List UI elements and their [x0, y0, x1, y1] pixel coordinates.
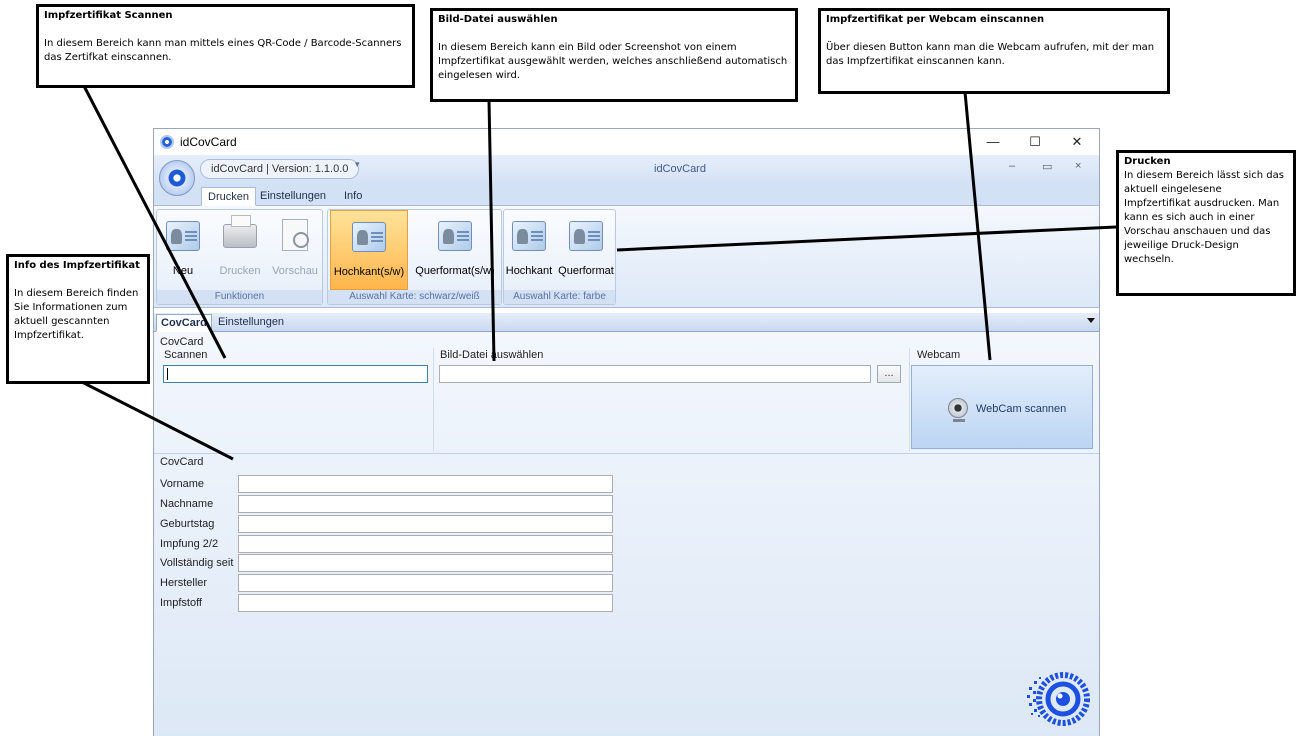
info-group-title: CovCard — [160, 456, 204, 468]
ribbon-tab-info[interactable]: Info — [338, 187, 368, 206]
document-tabs: CovCard Einstellungen — [154, 313, 1099, 332]
browse-button[interactable]: ... — [877, 365, 901, 383]
scan-group-title: CovCard — [160, 336, 204, 348]
callout-text: In diesem Bereich lässt sich das aktuell… — [1124, 170, 1284, 265]
tabs-dropdown-icon[interactable] — [1087, 318, 1095, 323]
vorname-field[interactable] — [238, 475, 613, 493]
inner-restore-button[interactable]: ▭ — [1042, 160, 1052, 173]
ribbon-panel: Neu Drucken Vorschau Funktionen Hochkant… — [154, 206, 1099, 308]
card-icon — [569, 221, 603, 251]
neu-button[interactable]: Neu — [157, 210, 209, 290]
app-window: idCovCard — ☐ ✕ idCovCard | Version: 1.1… — [153, 128, 1100, 736]
hochkant-sw-button[interactable]: Hochkant(s/w) — [330, 210, 408, 290]
webcam-icon — [948, 398, 968, 422]
callout-title: Impfzertifikat per Webcam einscannen — [826, 14, 1045, 25]
callout-text: In diesem Bereich finden Sie Information… — [14, 288, 139, 341]
callout-text: Über diesen Button kann man die Webcam a… — [826, 42, 1155, 67]
window-titlebar: idCovCard — ☐ ✕ — [154, 129, 1099, 155]
querformat-sw-label: Querformat(s/w) — [415, 265, 495, 277]
hochkant-button[interactable]: Hochkant — [504, 210, 554, 290]
doc-tab-covcard[interactable]: CovCard — [156, 314, 212, 332]
field-label-geburtstag: Geburtstag — [160, 518, 215, 530]
inner-close-button[interactable]: × — [1075, 160, 1081, 172]
impfung-field[interactable] — [238, 535, 613, 553]
card-icon — [352, 222, 386, 252]
card-icon — [438, 221, 472, 251]
ribbon-group-farbe: Hochkant Querformat Auswahl Karte: farbe — [503, 209, 616, 305]
application-orb-icon[interactable] — [159, 160, 195, 196]
webcam-label: Webcam — [917, 349, 961, 361]
field-label-impfung: Impfung 2/2 — [160, 538, 219, 550]
ribbon-tab-drucken[interactable]: Drucken — [201, 187, 256, 206]
scan-section: Scannen — [154, 348, 434, 451]
file-path-input[interactable] — [439, 365, 871, 383]
ribbon-group-schwarz-weiss: Hochkant(s/w) Querformat(s/w) Auswahl Ka… — [327, 209, 502, 305]
impfstoff-field[interactable] — [238, 594, 613, 612]
hersteller-field[interactable] — [238, 574, 613, 592]
printer-icon — [223, 215, 257, 248]
quick-access-bar: idCovCard | Version: 1.1.0.0 ▾ idCovCard… — [154, 155, 1099, 185]
file-section: Bild-Datei auswählen ... — [434, 348, 910, 451]
field-label-hersteller: Hersteller — [160, 577, 208, 589]
callout-text: In diesem Bereich kann man mittels eines… — [44, 38, 402, 63]
callout-bilddatei: Bild-Datei auswählen In diesem Bereich k… — [430, 8, 798, 102]
webcam-scan-button[interactable]: WebCam scannen — [911, 365, 1093, 449]
ribbon-group-caption: Auswahl Karte: schwarz/weiß — [328, 290, 501, 304]
nachname-field[interactable] — [238, 495, 613, 513]
ribbon-group-funktionen: Neu Drucken Vorschau Funktionen — [156, 209, 323, 305]
field-label-impfstoff: Impfstoff — [160, 597, 202, 609]
drucken-button-label: Drucken — [219, 265, 261, 277]
callout-drucken: Drucken In diesem Bereich lässt sich das… — [1116, 150, 1296, 296]
window-minimize-button[interactable]: — — [973, 131, 1013, 153]
text-caret — [167, 368, 168, 380]
preview-icon — [282, 219, 309, 251]
file-label: Bild-Datei auswählen — [440, 349, 544, 361]
callout-text: In diesem Bereich kann ein Bild oder Scr… — [438, 42, 788, 81]
window-title: idCovCard — [180, 135, 237, 149]
field-label-vollstaendig-seit: Vollständig seit — [160, 557, 234, 569]
hochkant-label: Hochkant — [505, 265, 553, 277]
idcovcard-logo-icon — [1027, 672, 1090, 726]
scan-label: Scannen — [164, 349, 208, 361]
callout-title: Info des Impfzertifikat — [14, 260, 140, 271]
scan-input[interactable] — [163, 365, 428, 383]
geburtstag-field[interactable] — [238, 515, 613, 533]
vorschau-button-label: Vorschau — [272, 265, 318, 277]
callout-info: Info des Impfzertifikat In diesem Bereic… — [6, 254, 150, 384]
callout-title: Drucken — [1124, 156, 1171, 167]
ribbon-tab-einstellungen[interactable]: Einstellungen — [254, 187, 332, 206]
ribbon-tabs: Drucken Einstellungen Info — [154, 185, 1099, 206]
callout-scannen: Impfzertifikat Scannen In diesem Bereich… — [36, 4, 415, 88]
querformat-button[interactable]: Querformat — [556, 210, 616, 290]
drucken-button[interactable]: Drucken — [215, 210, 265, 290]
callout-title: Impfzertifikat Scannen — [44, 10, 173, 21]
ribbon-group-caption: Funktionen — [157, 290, 322, 304]
ribbon-center-title: idCovCard — [654, 163, 706, 175]
version-label: idCovCard | Version: 1.1.0.0 — [200, 159, 360, 179]
hochkant-sw-label: Hochkant(s/w) — [333, 266, 405, 278]
covcard-content: CovCard Scannen Bild-Datei auswählen ...… — [154, 332, 1099, 736]
card-icon — [512, 221, 546, 251]
ribbon-group-caption: Auswahl Karte: farbe — [504, 290, 615, 304]
webcam-button-label: WebCam scannen — [976, 403, 1067, 415]
section-divider — [154, 453, 1099, 454]
vollstaendig-seit-field[interactable] — [238, 554, 613, 572]
querformat-sw-button[interactable]: Querformat(s/w) — [409, 210, 501, 290]
app-logo-icon — [160, 135, 174, 149]
field-label-vorname: Vorname — [160, 478, 205, 490]
inner-minimize-button[interactable]: – — [1009, 160, 1015, 172]
neu-button-label: Neu — [172, 265, 194, 277]
vorschau-button[interactable]: Vorschau — [267, 210, 323, 290]
window-maximize-button[interactable]: ☐ — [1015, 131, 1055, 153]
querformat-label: Querformat — [558, 265, 614, 277]
window-close-button[interactable]: ✕ — [1057, 131, 1097, 153]
doc-tab-einstellungen[interactable]: Einstellungen — [214, 314, 288, 332]
callout-webcam: Impfzertifikat per Webcam einscannen Übe… — [818, 8, 1170, 94]
callout-title: Bild-Datei auswählen — [438, 14, 558, 25]
quick-access-dropdown-icon[interactable]: ▾ — [355, 159, 360, 170]
field-label-nachname: Nachname — [160, 498, 214, 510]
card-icon — [166, 221, 200, 251]
